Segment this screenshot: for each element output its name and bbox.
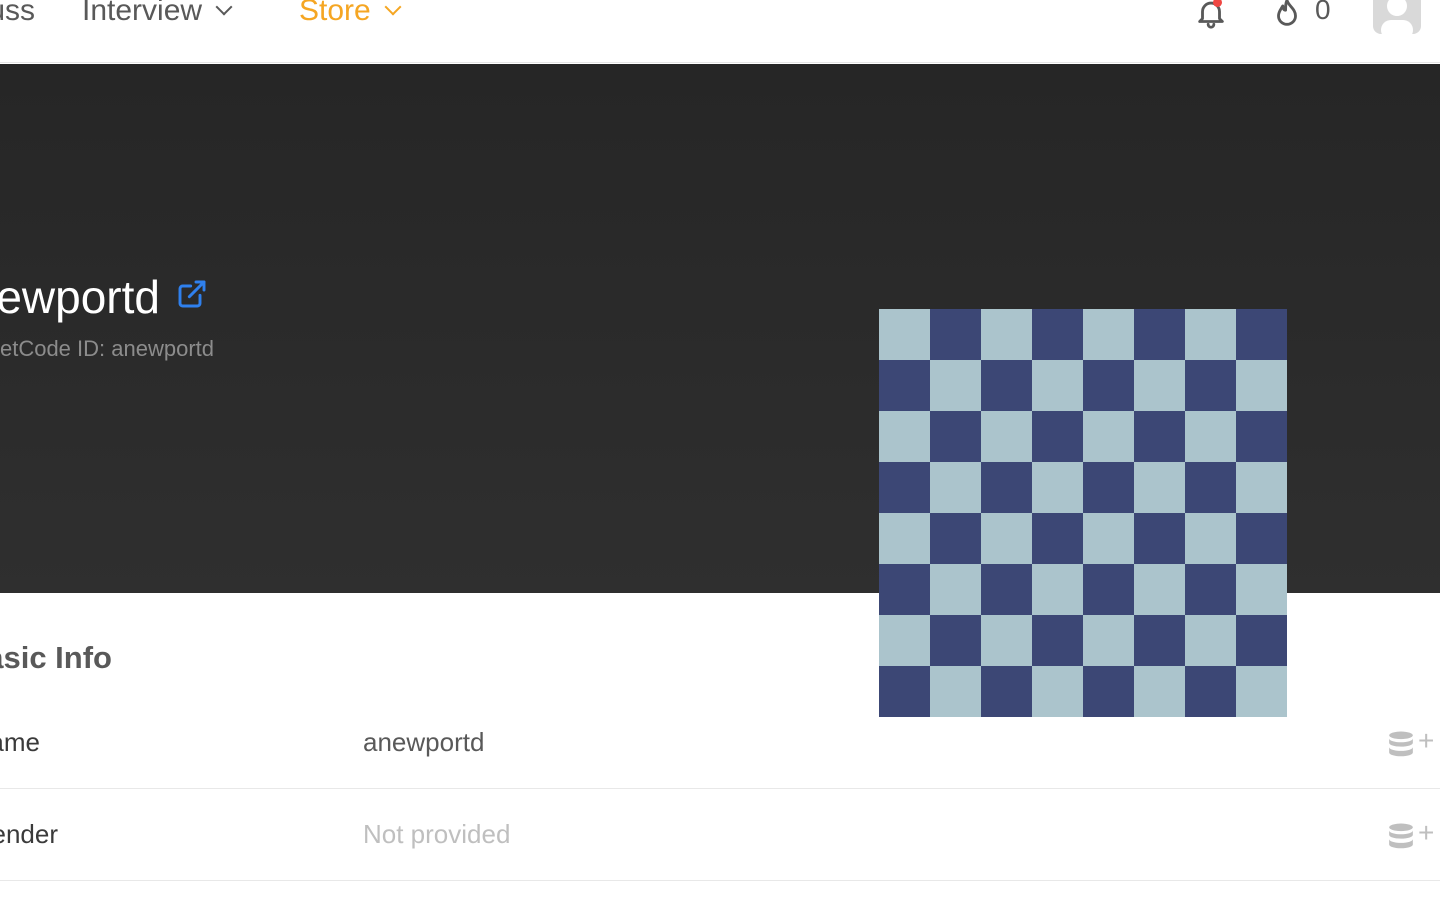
avatar-cell [879,411,930,462]
avatar-cell [1134,309,1185,360]
avatar-cell [1083,615,1134,666]
nav-discuss-label: Discuss [0,0,35,27]
avatar-cell [1032,411,1083,462]
profile-code-id: LeetCode ID: anewportd [0,336,214,361]
profile-username: anewportd [0,271,160,323]
avatar-cell [1185,462,1236,513]
nav-interview[interactable]: Interview [82,0,233,28]
avatar-cell [981,513,1032,564]
nav-interview-label: Interview [82,0,203,27]
avatar-cell [1032,564,1083,615]
avatar-cell [930,615,981,666]
database-icon[interactable] [1388,731,1414,759]
avatar-cell [1032,360,1083,411]
avatar-cell [1032,462,1083,513]
avatar-cell [1134,411,1185,462]
avatar-cell [1083,462,1134,513]
avatar-cell [930,513,981,564]
avatar-cell [930,462,981,513]
info-row-label: Gender [0,819,58,849]
avatar-cell [1185,513,1236,564]
avatar-cell [1185,360,1236,411]
avatar-cell [1236,309,1287,360]
user-silhouette-icon [1381,0,1413,34]
avatar-cell [879,360,930,411]
plus-icon[interactable]: + [1418,817,1434,849]
avatar-cell [1083,564,1134,615]
avatar-cell [1083,513,1134,564]
avatar-cell [1083,411,1134,462]
avatar-cell [1083,360,1134,411]
avatar-cell [1236,462,1287,513]
fire-count: 0 [1315,0,1331,25]
avatar-cell [1185,564,1236,615]
info-row-label: Name [0,727,40,757]
nav-store-label: Store [299,0,371,27]
info-row-gender: Gender Not provided + [0,789,1440,881]
avatar-cell [879,615,930,666]
plus-icon[interactable]: + [1418,725,1434,757]
chevron-down-icon [215,0,233,16]
avatar-cell [879,309,930,360]
avatar-cell [981,309,1032,360]
avatar-cell [981,360,1032,411]
avatar-cell [1236,360,1287,411]
avatar-cell [1185,615,1236,666]
avatar-cell [1134,462,1185,513]
avatar-cell [1032,513,1083,564]
avatar-cell [1032,615,1083,666]
avatar-cell [1134,513,1185,564]
avatar-cell [1185,309,1236,360]
avatar-cell [1083,309,1134,360]
avatar-cell [981,564,1032,615]
info-row-value: anewportd [363,727,485,757]
top-navigation-bar: Discuss Interview Store 0 [0,0,1440,63]
avatar-cell [981,462,1032,513]
avatar-cell [930,360,981,411]
nav-store[interactable]: Store [299,0,402,28]
basic-info-title: Basic Info [0,640,112,675]
avatar-cell [1134,360,1185,411]
avatar-cell [1032,309,1083,360]
avatar-cell [981,411,1032,462]
chevron-down-icon [384,0,402,16]
avatar-cell [1185,411,1236,462]
avatar-cell [1236,411,1287,462]
avatar-cell [1134,615,1185,666]
avatar-cell [930,411,981,462]
info-row-name: Name anewportd + [0,697,1440,789]
database-icon[interactable] [1388,823,1414,851]
bell-icon[interactable] [1194,0,1228,30]
user-avatar-button[interactable] [1373,0,1421,34]
external-link-icon[interactable] [174,278,210,310]
avatar-cell [930,309,981,360]
info-row-value: Not provided [363,819,511,849]
profile-avatar [879,309,1287,717]
avatar-cell [1134,564,1185,615]
avatar-cell [879,513,930,564]
avatar-cell [879,462,930,513]
nav-discuss[interactable]: Discuss [0,0,35,28]
avatar-cell [930,564,981,615]
avatar-cell [1236,513,1287,564]
fire-icon[interactable] [1270,0,1304,30]
avatar-cell [1236,615,1287,666]
avatar-cell [1236,564,1287,615]
avatar-cell [981,615,1032,666]
avatar-cell [879,564,930,615]
